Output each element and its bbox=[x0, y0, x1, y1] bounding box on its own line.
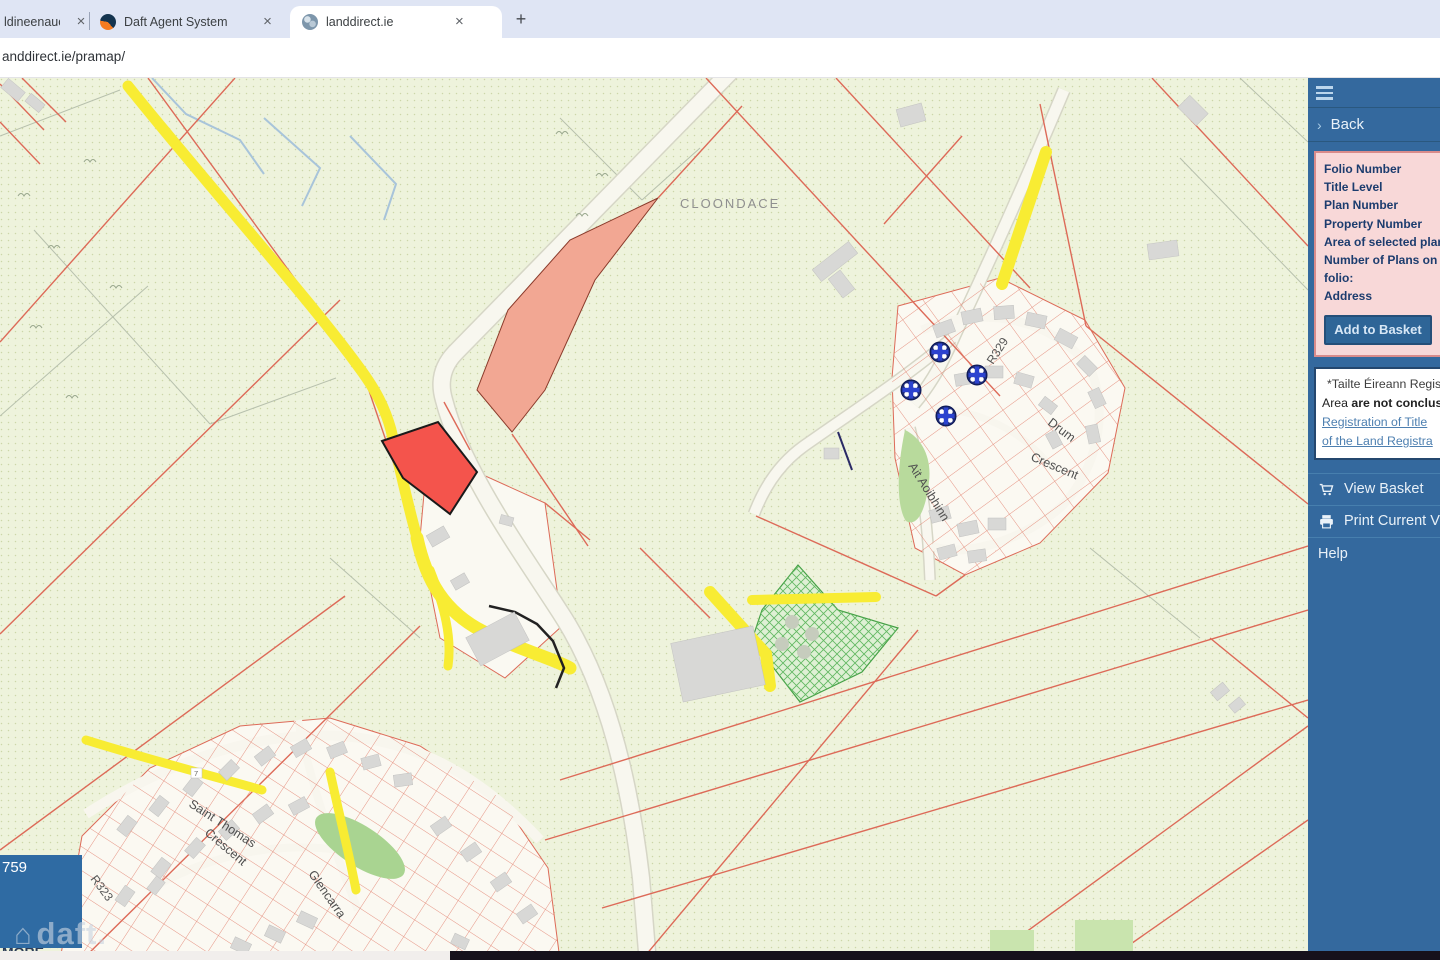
printer-icon bbox=[1318, 513, 1335, 530]
bottom-strip-dark bbox=[450, 951, 1440, 960]
disclaimer-box: *Tailte Éireann Registr Area are not con… bbox=[1314, 367, 1440, 460]
tab-daft-agent[interactable]: Daft Agent System × bbox=[92, 6, 288, 38]
folio-field-label: Plan Number bbox=[1324, 196, 1440, 214]
bottom-strip-light bbox=[0, 951, 450, 960]
add-to-basket-button[interactable]: Add to Basket bbox=[1324, 315, 1432, 345]
disclaimer-line2: Area are not conclusiv bbox=[1322, 394, 1440, 413]
survey-marker-icon[interactable] bbox=[901, 380, 921, 400]
survey-marker-icon[interactable] bbox=[967, 365, 987, 385]
tab-title: landdirect.ie bbox=[326, 15, 393, 29]
folio-info-panel: Folio Number Title Level Plan Number Pro… bbox=[1314, 151, 1440, 357]
survey-marker-icon[interactable] bbox=[936, 406, 956, 426]
daft-favicon-icon bbox=[100, 14, 116, 30]
folio-field-label: Area of selected plans bbox=[1324, 233, 1440, 251]
tab-cut-left[interactable]: ldineenauct × bbox=[0, 6, 88, 38]
folio-field-label: Property Number bbox=[1324, 215, 1440, 233]
folio-field-label: Title Level bbox=[1324, 178, 1440, 196]
disclaimer-line1: *Tailte Éireann Registr bbox=[1322, 375, 1440, 394]
view-basket-button[interactable]: View Basket bbox=[1308, 474, 1440, 506]
tab-landdirect-active[interactable]: landdirect.ie × bbox=[290, 6, 502, 38]
daft-watermark-logo: ⌂daft. bbox=[14, 916, 107, 952]
close-tab-icon[interactable]: × bbox=[260, 14, 276, 30]
sidebar-header bbox=[1308, 78, 1440, 108]
url-text[interactable]: anddirect.ie/pramap/ bbox=[2, 49, 125, 64]
tab-strip: ldineenauct × Daft Agent System × landdi… bbox=[0, 0, 1440, 38]
folio-field-label: Address bbox=[1324, 287, 1440, 305]
land-registry-link[interactable]: of the Land Registra bbox=[1322, 432, 1440, 451]
menu-hamburger-icon[interactable] bbox=[1316, 86, 1440, 100]
map-viewport[interactable]: CLOONDACE R329 Drum Crescent Ait Aoibhin… bbox=[0, 78, 1308, 960]
new-tab-button[interactable]: + bbox=[510, 9, 532, 31]
basket-cart-icon bbox=[1318, 481, 1335, 498]
back-button[interactable]: › Back bbox=[1308, 108, 1440, 142]
tab-title: Daft Agent System bbox=[124, 15, 228, 29]
registration-of-title-link[interactable]: Registration of Title bbox=[1322, 413, 1440, 432]
house-icon: ⌂ bbox=[14, 919, 33, 951]
survey-marker-icon[interactable] bbox=[930, 342, 950, 362]
map-canvas[interactable]: CLOONDACE R329 Drum Crescent Ait Aoibhin… bbox=[0, 78, 1308, 960]
folio-field-label: Number of Plans on this folio: bbox=[1324, 251, 1440, 287]
browser-window: ldineenauct × Daft Agent System × landdi… bbox=[0, 0, 1440, 960]
folio-field-label: Folio Number bbox=[1324, 160, 1440, 178]
back-label: Back bbox=[1331, 116, 1364, 133]
tab-title: ldineenauct bbox=[4, 15, 60, 29]
help-button[interactable]: Help bbox=[1308, 538, 1440, 570]
print-current-view-button[interactable]: Print Current Vie bbox=[1308, 506, 1440, 538]
townland-label: CLOONDACE bbox=[680, 196, 780, 211]
chevron-right-icon: › bbox=[1317, 117, 1322, 133]
sidebar-menu: View Basket Print Current Vie Help bbox=[1308, 473, 1440, 570]
watermark-number: 759 bbox=[2, 859, 27, 876]
house-number-label: 7 bbox=[194, 769, 198, 778]
landdirect-sidebar: › Back Folio Number Title Level Plan Num… bbox=[1308, 78, 1440, 960]
close-tab-icon[interactable]: × bbox=[451, 14, 467, 30]
address-bar[interactable]: anddirect.ie/pramap/ bbox=[0, 38, 1440, 78]
landdirect-favicon-icon bbox=[302, 14, 318, 30]
tab-separator bbox=[89, 12, 90, 30]
close-tab-icon[interactable]: × bbox=[74, 14, 88, 30]
